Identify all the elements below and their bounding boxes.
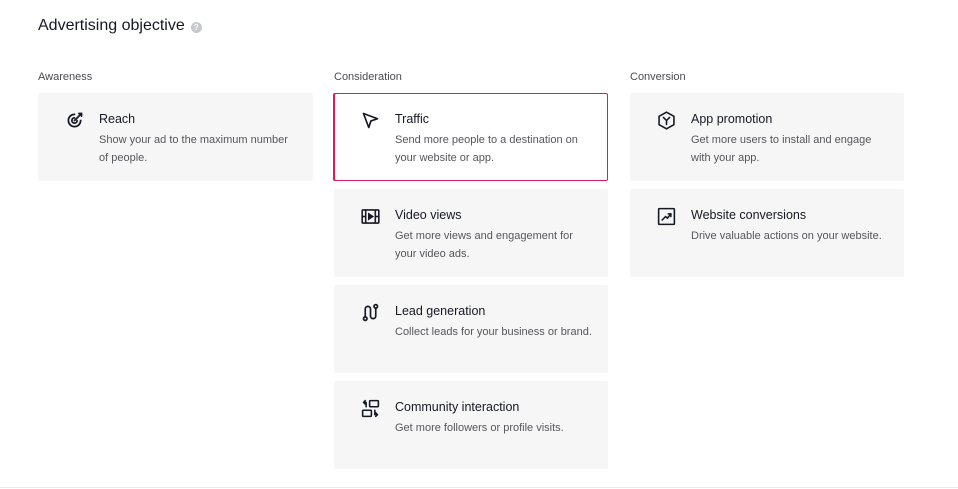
objective-label: App promotion [691, 112, 773, 126]
objective-label: Community interaction [395, 400, 520, 414]
objective-description: Drive valuable actions on your website. [691, 230, 882, 242]
app-hexagon-icon [655, 109, 677, 131]
objective-card-website-conversions[interactable]: Website conversions Drive valuable actio… [630, 189, 904, 277]
header: Advertising objective ? [38, 17, 202, 35]
trend-up-icon [655, 205, 677, 227]
objective-label: Traffic [395, 112, 430, 126]
column-heading-conversion: Conversion [630, 71, 686, 83]
film-play-icon [359, 205, 381, 227]
swap-boxes-icon [359, 397, 381, 419]
column-consideration: Consideration Traffic Send more people t… [334, 70, 608, 477]
objective-label: Video views [395, 208, 462, 222]
column-heading-consideration: Consideration [334, 71, 402, 83]
objective-card-lead-generation[interactable]: Lead generation Collect leads for your b… [334, 285, 608, 373]
column-heading-awareness: Awareness [38, 71, 93, 83]
objective-label: Lead generation [395, 304, 486, 318]
objective-description: Get more followers or profile visits. [395, 422, 564, 434]
help-icon[interactable]: ? [190, 21, 202, 33]
objective-card-community-interaction[interactable]: Community interaction Get more followers… [334, 381, 608, 469]
column-conversion: Conversion App promotion Get more users … [630, 70, 904, 285]
objective-description: Get more views and engagement for your v… [395, 230, 573, 260]
page-title: Advertising objective [38, 17, 185, 34]
objective-card-app-promotion[interactable]: App promotion Get more users to install … [630, 93, 904, 181]
objective-card-traffic[interactable]: Traffic Send more people to a destinatio… [334, 93, 608, 181]
objective-card-video-views[interactable]: Video views Get more views and engagemen… [334, 189, 608, 277]
objective-description: Show your ad to the maximum number of pe… [99, 134, 288, 164]
objective-description: Collect leads for your business or brand… [395, 326, 592, 338]
column-awareness: Awareness Reach Show your ad to the maxi… [38, 70, 313, 189]
target-icon [63, 109, 85, 131]
objective-card-reach[interactable]: Reach Show your ad to the maximum number… [38, 93, 313, 181]
objective-description: Send more people to a destination on you… [395, 134, 578, 164]
objective-description: Get more users to install and engage wit… [691, 134, 872, 164]
cursor-arrow-icon [359, 109, 381, 131]
objective-label: Website conversions [691, 208, 807, 222]
objective-label: Reach [99, 112, 136, 126]
divider [0, 487, 958, 488]
route-path-icon [359, 301, 381, 323]
